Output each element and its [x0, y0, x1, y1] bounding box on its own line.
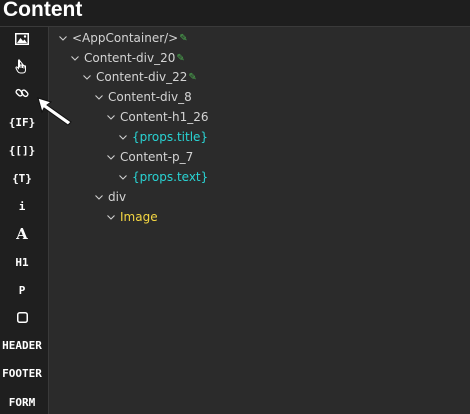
palette-loop-button[interactable]: {[]} — [0, 139, 44, 161]
chevron-down-icon[interactable] — [105, 114, 117, 120]
panel-header: Content — [0, 0, 470, 27]
tree-node-label: {props.text} — [132, 170, 209, 184]
chevron-down-icon[interactable] — [105, 214, 117, 220]
tree-node-div[interactable]: div — [93, 187, 126, 207]
chevron-down-icon[interactable] — [93, 194, 105, 200]
palette-if-button[interactable]: {IF} — [0, 111, 44, 133]
palette-footer-button[interactable]: FOOTER — [0, 362, 44, 384]
link-icon — [15, 88, 29, 98]
tree-node-label: Content-div_8 — [108, 90, 192, 104]
chevron-down-icon[interactable] — [117, 174, 129, 180]
chevron-down-icon[interactable] — [57, 35, 69, 41]
palette-clickable-button[interactable] — [0, 55, 44, 77]
chevron-down-icon[interactable] — [93, 94, 105, 100]
pencil-icon[interactable]: ✎ — [179, 33, 187, 44]
tree-node-label: Content-h1_26 — [120, 110, 209, 124]
tree-node-content-div-20[interactable]: Content-div_20 ✎ — [69, 48, 185, 68]
tree-node-content-div-8[interactable]: Content-div_8 — [93, 87, 192, 107]
tree-node-label: div — [108, 190, 127, 204]
tree-node-content-div-22[interactable]: Content-div_22 ✎ — [81, 67, 197, 87]
tree-node-appcontainer[interactable]: <AppContainer/> ✎ — [57, 28, 188, 48]
tree-node-image[interactable]: Image — [105, 207, 158, 227]
chevron-down-icon[interactable] — [69, 55, 81, 61]
palette-link-button[interactable] — [0, 82, 44, 104]
tree-node-props-text[interactable]: {props.text} — [117, 167, 208, 187]
hand-pointer-icon — [15, 58, 26, 73]
square-icon — [16, 311, 28, 323]
palette-italic-button[interactable]: i — [0, 195, 44, 217]
chevron-down-icon[interactable] — [117, 134, 129, 140]
tree-node-label: <AppContainer/> — [72, 31, 179, 45]
chevron-down-icon[interactable] — [105, 154, 117, 160]
chevron-down-icon[interactable] — [81, 74, 93, 80]
palette-div-button[interactable] — [0, 306, 44, 328]
panel-title: Content — [3, 0, 83, 21]
palette-h1-button[interactable]: H1 — [0, 251, 44, 273]
palette-image-button[interactable] — [0, 28, 44, 50]
palette-form-button[interactable]: FORM — [0, 391, 44, 413]
tree-node-content-h1-26[interactable]: Content-h1_26 — [105, 107, 209, 127]
palette-paragraph-button[interactable]: P — [0, 279, 44, 301]
tree-node-label: {props.title} — [132, 130, 209, 144]
image-icon — [15, 33, 29, 45]
tree-node-label: Content-p_7 — [120, 150, 194, 164]
component-palette: {IF} {[]} {T} i A H1 P HEADER FOOTER FOR… — [0, 27, 49, 414]
tree-node-props-title[interactable]: {props.title} — [117, 127, 208, 147]
tree-node-label: Content-div_22 — [96, 70, 188, 84]
pencil-icon[interactable]: ✎ — [176, 53, 184, 64]
tree-node-label: Content-div_20 — [84, 51, 176, 65]
component-tree: <AppContainer/> ✎ Content-div_20 ✎ Conte… — [49, 27, 470, 414]
palette-text-template-button[interactable]: {T} — [0, 167, 44, 189]
palette-anchor-button[interactable]: A — [0, 223, 44, 245]
pencil-icon[interactable]: ✎ — [188, 72, 196, 83]
tree-node-label: Image — [120, 210, 158, 224]
palette-header-button[interactable]: HEADER — [0, 334, 44, 356]
tree-node-content-p-7[interactable]: Content-p_7 — [105, 147, 193, 167]
app-window: Content {IF} {[]} {T} i A H1 P HEADER FO… — [0, 0, 470, 414]
